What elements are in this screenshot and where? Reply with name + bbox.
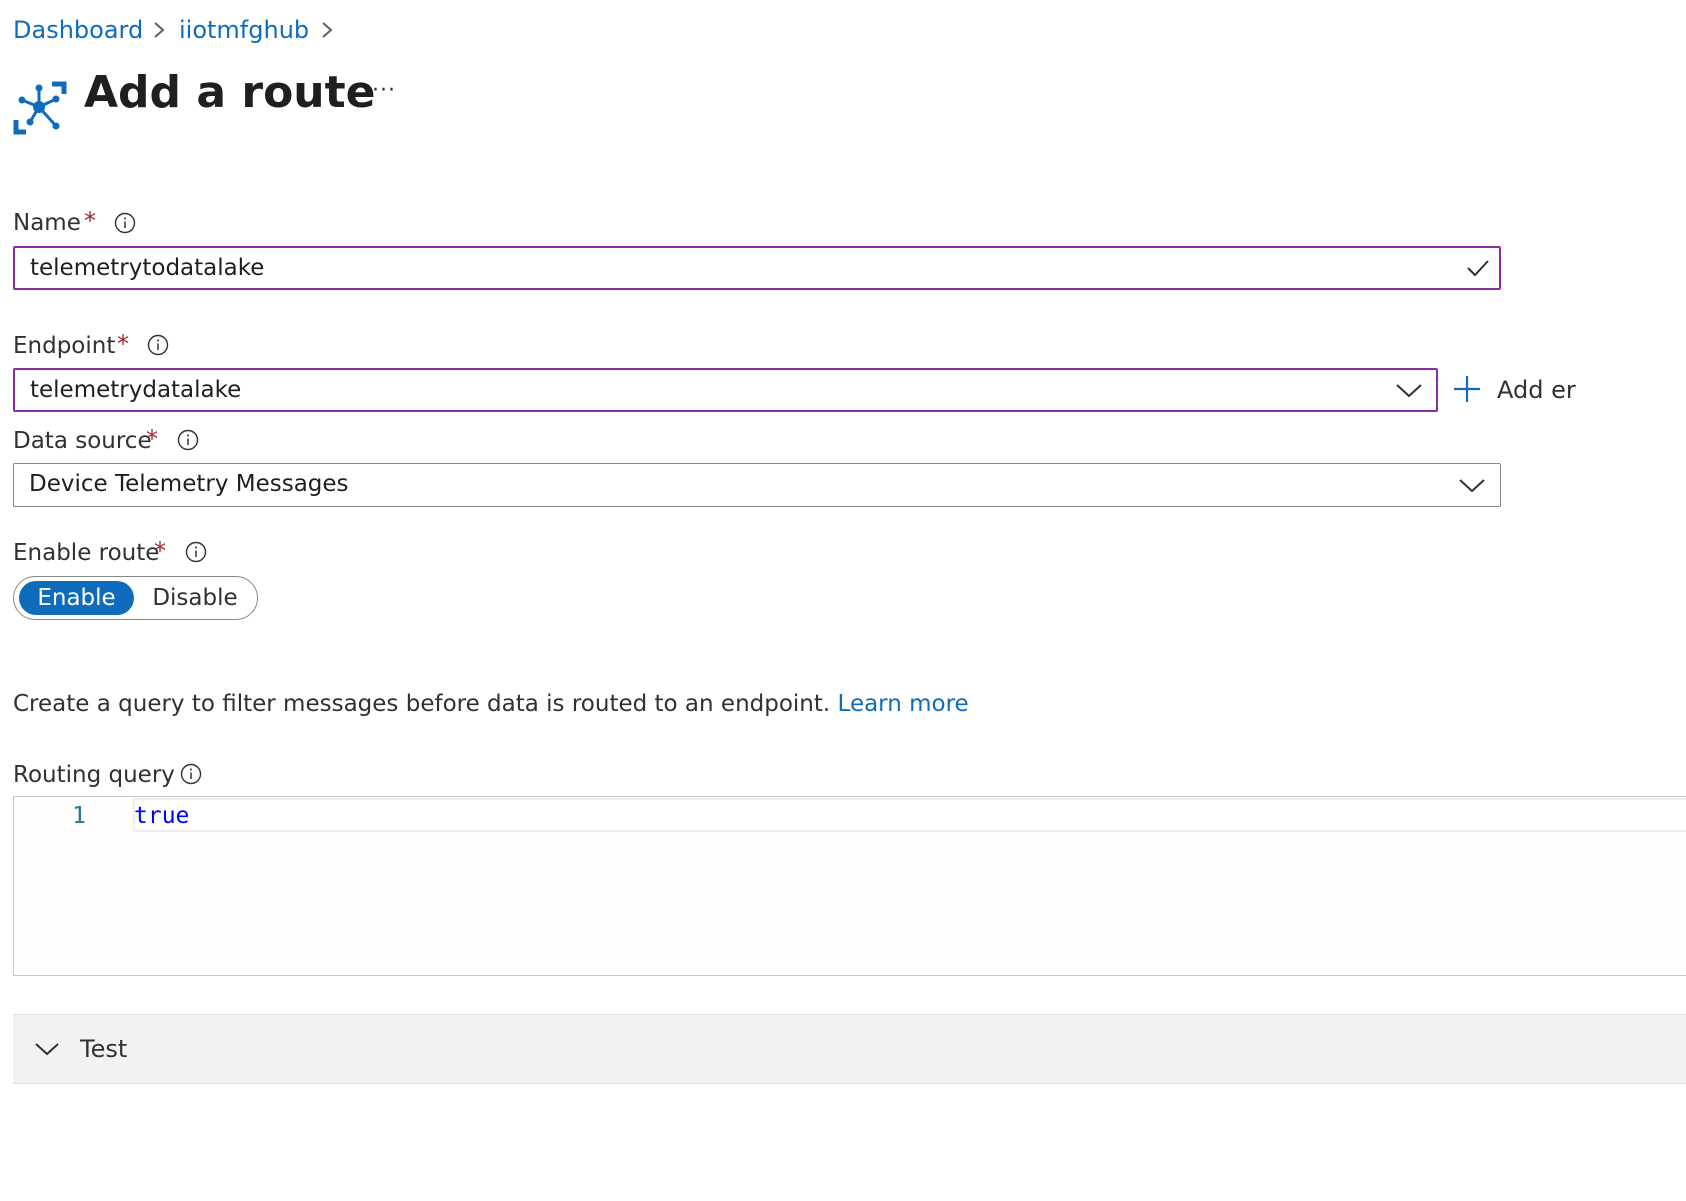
enable-option[interactable]: Enable xyxy=(19,581,134,615)
checkmark-icon xyxy=(1467,260,1489,277)
breadcrumb-dashboard-link[interactable]: Dashboard xyxy=(13,14,143,46)
disable-option[interactable]: Disable xyxy=(140,581,250,615)
add-icon[interactable] xyxy=(1452,374,1482,404)
chevron-down-icon[interactable] xyxy=(34,1040,60,1058)
data-source-dropdown-value: Device Telemetry Messages xyxy=(29,471,349,497)
info-icon[interactable] xyxy=(185,541,207,563)
info-icon[interactable] xyxy=(180,763,202,785)
data-source-label: Data source xyxy=(13,428,152,454)
endpoint-dropdown[interactable]: telemetrydatalake xyxy=(13,368,1438,412)
endpoint-dropdown-value: telemetrydatalake xyxy=(30,377,242,403)
chevron-right-icon xyxy=(154,22,165,38)
line-number: 1 xyxy=(72,803,86,829)
current-line-highlight xyxy=(133,798,1686,832)
page-title: Add a route xyxy=(84,67,376,118)
iot-hub-route-icon xyxy=(13,81,67,135)
add-endpoint-button[interactable]: Add er xyxy=(1497,375,1576,405)
data-source-dropdown[interactable]: Device Telemetry Messages xyxy=(13,463,1501,507)
data-source-required-mark: * xyxy=(146,425,158,453)
more-options-button[interactable]: ··· xyxy=(366,76,402,106)
learn-more-link[interactable]: Learn more xyxy=(838,691,969,717)
routing-query-label: Routing query xyxy=(13,762,175,788)
enable-route-label: Enable route xyxy=(13,540,160,566)
name-input-value: telemetrytodatalake xyxy=(30,255,265,281)
info-icon[interactable] xyxy=(177,429,199,451)
info-icon[interactable] xyxy=(147,334,169,356)
routing-query-code[interactable]: true xyxy=(134,800,189,832)
info-icon[interactable] xyxy=(114,212,136,234)
chevron-right-icon xyxy=(322,22,333,38)
enable-route-required-mark: * xyxy=(154,537,166,565)
endpoint-required-mark: * xyxy=(117,330,129,358)
endpoint-label: Endpoint xyxy=(13,333,116,359)
query-description-text: Create a query to filter messages before… xyxy=(13,691,838,717)
breadcrumb-iiotmfghub-link[interactable]: iiotmfghub xyxy=(179,14,309,46)
test-section-header[interactable] xyxy=(13,1014,1686,1084)
chevron-down-icon[interactable] xyxy=(1394,380,1424,400)
test-section-label: Test xyxy=(80,1035,128,1063)
chevron-down-icon[interactable] xyxy=(1457,475,1487,495)
query-description: Create a query to filter messages before… xyxy=(13,688,969,720)
name-label: Name xyxy=(13,210,81,236)
name-input[interactable]: telemetrytodatalake xyxy=(13,246,1501,290)
name-required-mark: * xyxy=(84,207,96,235)
